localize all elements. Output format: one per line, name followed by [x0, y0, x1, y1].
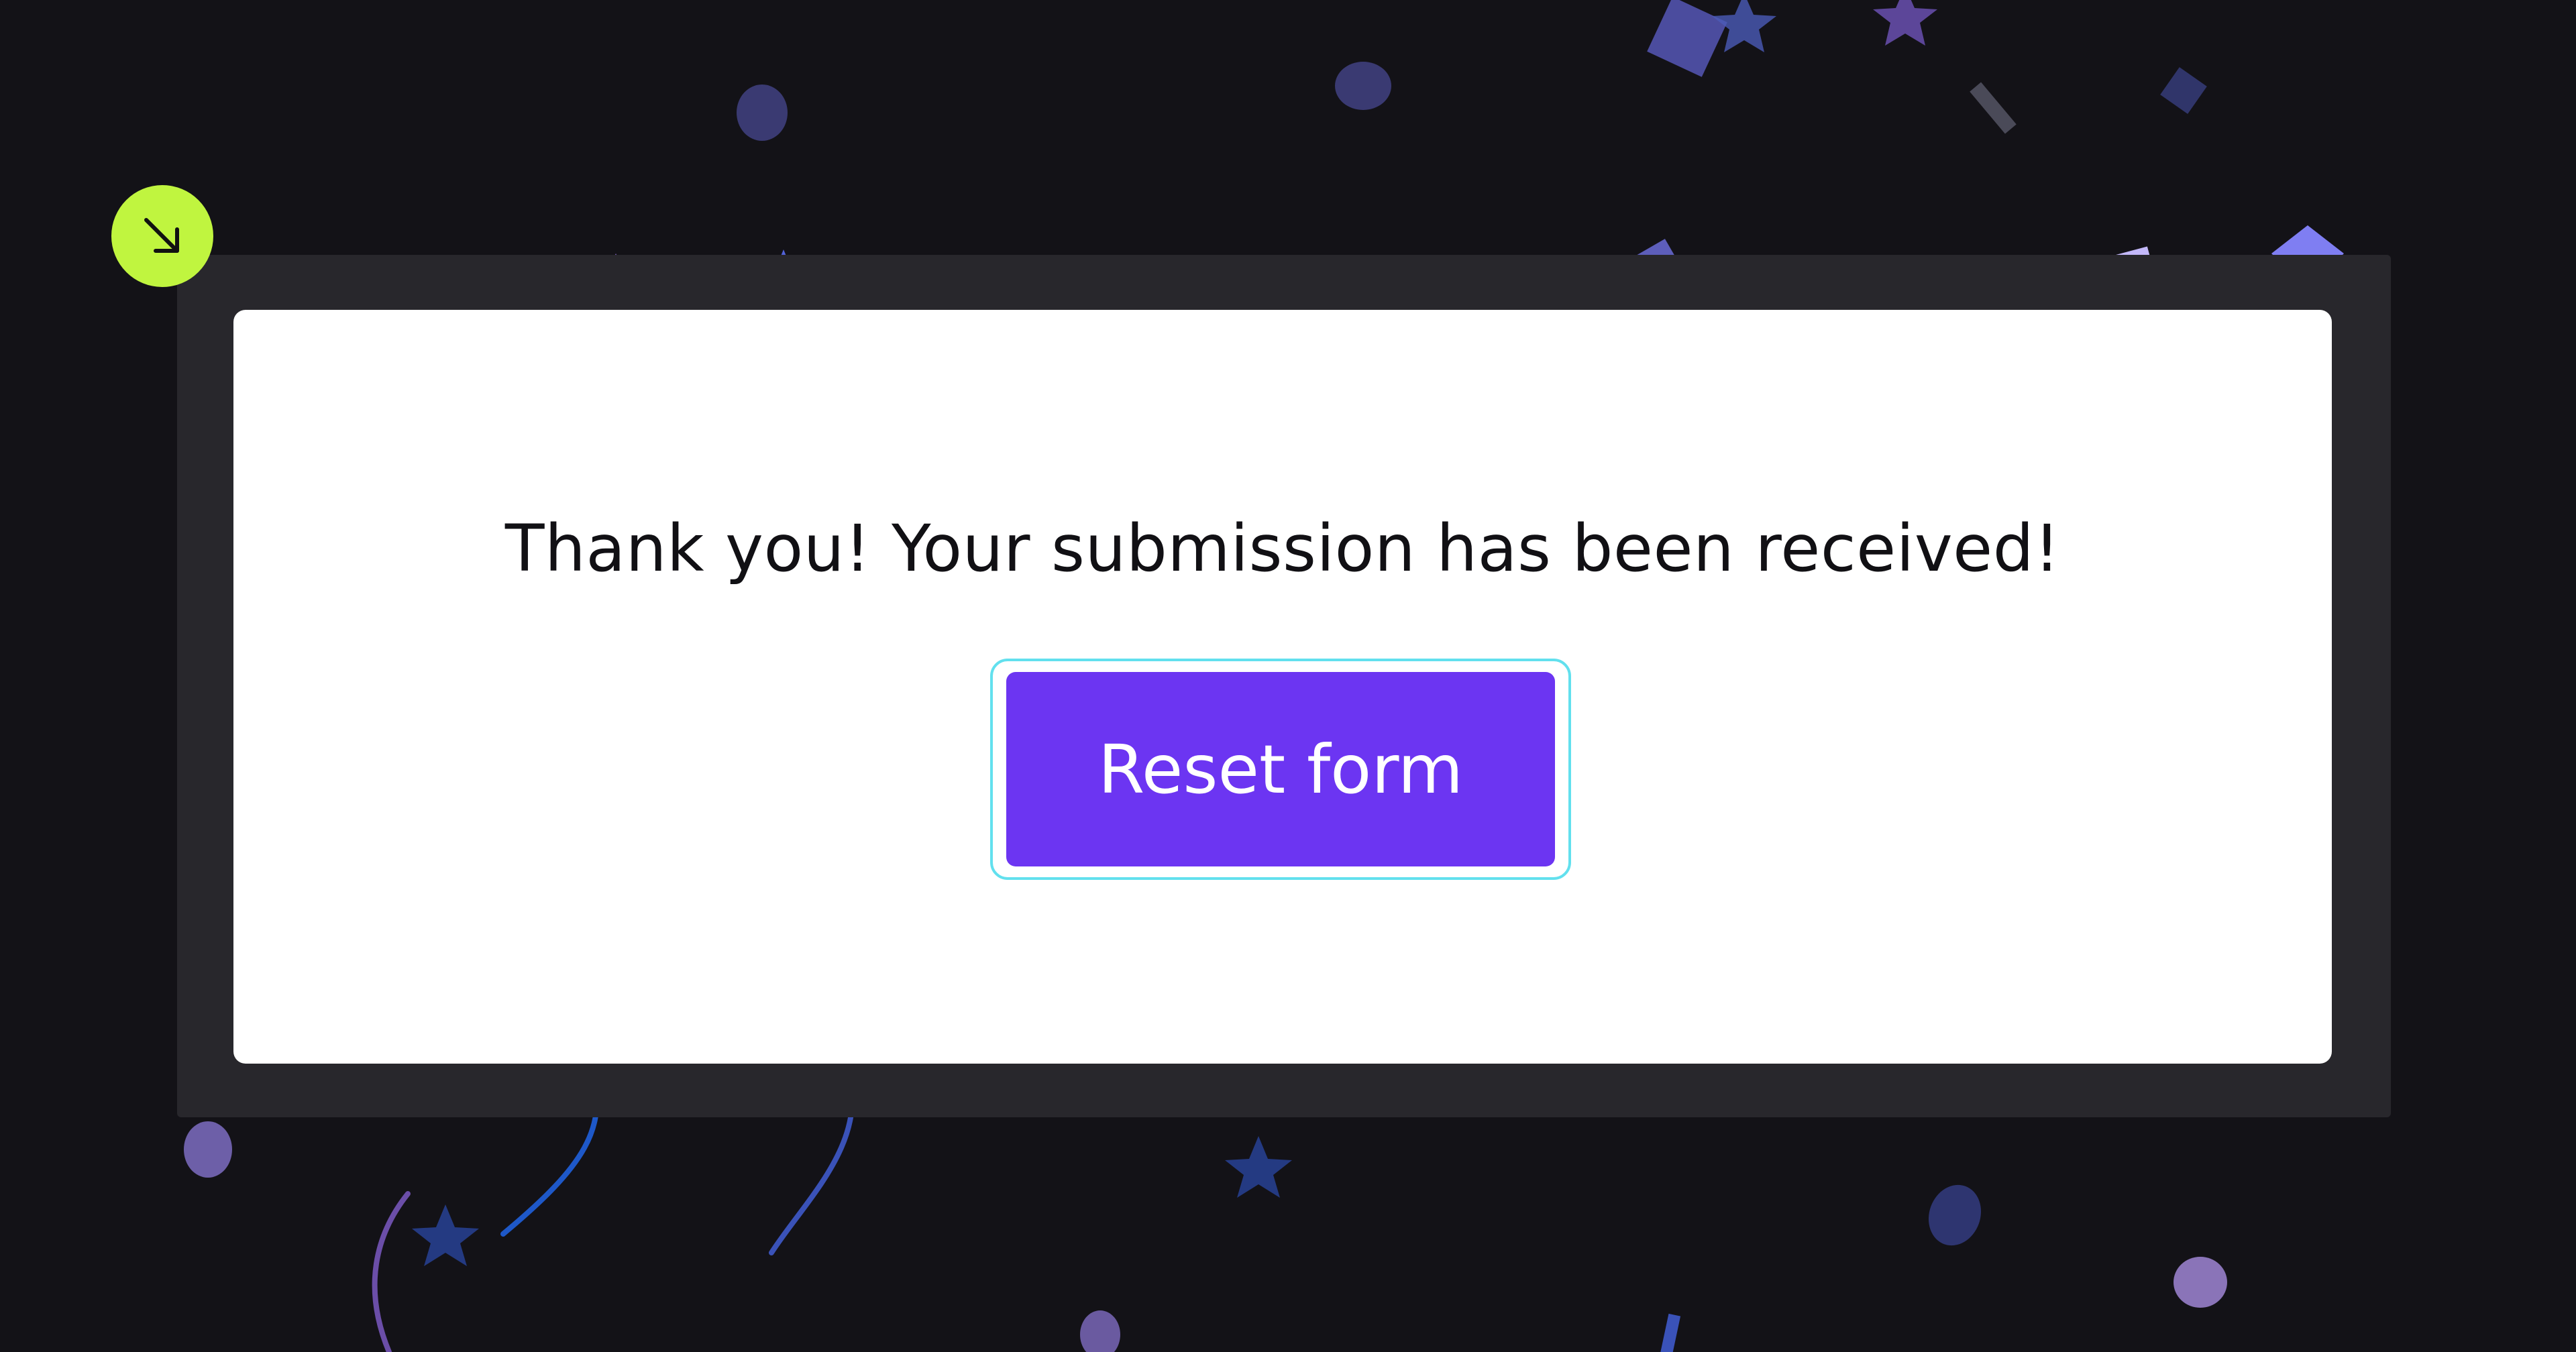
page-stage: Thank you! Your submission has been rece…	[0, 0, 2576, 1352]
confetti-piece	[2160, 67, 2207, 114]
arrow-down-right-icon	[144, 218, 179, 253]
confetti-piece	[1335, 62, 1391, 110]
confetti-piece	[1970, 82, 2017, 134]
confetti-piece	[737, 84, 788, 141]
confetti-star	[1873, 0, 1937, 46]
confetti-streamer	[372, 1191, 411, 1352]
confetti-star	[1225, 1136, 1292, 1198]
confetti-piece	[1928, 1184, 1982, 1246]
confetti-piece	[1658, 1313, 1681, 1352]
confetti-piece	[1080, 1310, 1120, 1352]
reset-form-button[interactable]: Reset form	[1006, 672, 1555, 866]
confetti-piece	[184, 1121, 232, 1178]
confetti-piece	[2174, 1257, 2227, 1308]
corner-badge[interactable]	[111, 185, 213, 287]
confirmation-card: Thank you! Your submission has been rece…	[233, 310, 2332, 1064]
success-message: Thank you! Your submission has been rece…	[504, 511, 2061, 586]
reset-button-focus-ring: Reset form	[990, 659, 1571, 880]
confetti-piece	[1647, 0, 1727, 77]
confetti-star	[412, 1204, 479, 1266]
